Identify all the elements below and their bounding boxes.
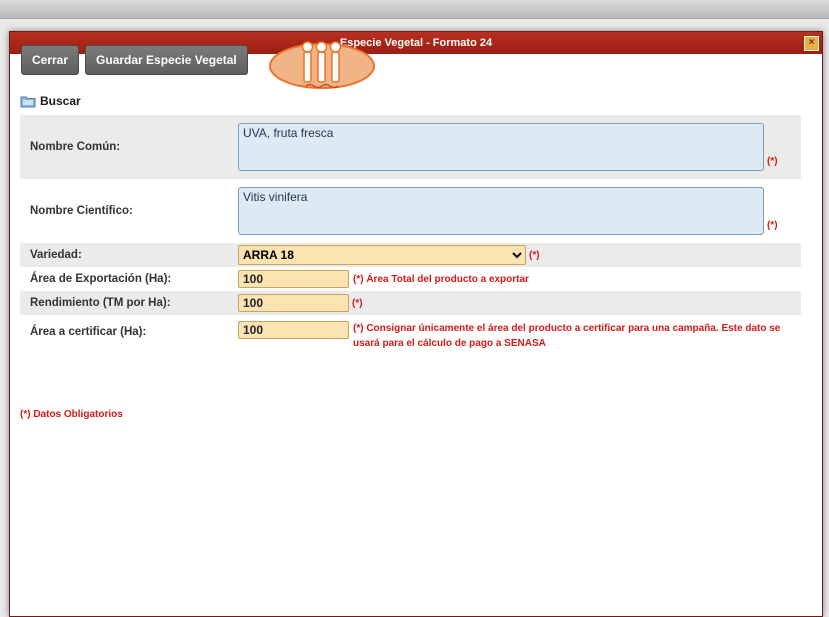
organization-logo-icon [269,41,375,89]
required-fields-footnote: (*) Datos Obligatorios [20,409,123,420]
close-button[interactable]: Cerrar [21,45,80,75]
row-area-exportacion: Área de Exportación (Ha): (*) Área Total… [20,267,801,291]
row-variedad: Variedad: ARRA 18 (*) [20,243,801,267]
close-icon[interactable]: × [804,36,819,51]
rendimiento-required: (*) [352,297,363,309]
area-exportacion-input[interactable] [238,270,349,288]
top-toolbar-strip [0,0,829,19]
rendimiento-input[interactable] [238,294,349,312]
variedad-select[interactable]: ARRA 18 [238,245,526,265]
search-folder-icon [20,96,36,108]
nombre-comun-textarea[interactable]: UVA, fruta fresca [238,123,764,171]
nombre-comun-label: Nombre Común: [30,141,121,153]
search-link[interactable]: Buscar [20,94,81,108]
row-rendimiento: Rendimiento (TM por Ha): (*) [20,291,801,315]
area-exportacion-label: Área de Exportación (Ha): [30,273,172,285]
rendimiento-label: Rendimiento (TM por Ha): [30,297,171,309]
nombre-cientifico-required: (*) [767,220,778,231]
nombre-cientifico-label: Nombre Científico: [30,205,133,217]
variedad-label: Variedad: [30,249,82,261]
area-certificar-input[interactable] [238,321,349,339]
nombre-comun-required: (*) [767,156,778,167]
button-bar: Cerrar Guardar Especie Vegetal [21,45,248,75]
area-certificar-note: (*) Consignar únicamente el área del pro… [353,323,781,349]
area-certificar-label: Área a certificar (Ha): [30,326,147,338]
species-form: Nombre Común: UVA, fruta fresca (*) Nomb… [20,115,801,357]
search-label: Buscar [40,94,81,108]
nombre-cientifico-textarea[interactable]: Vitis vinifera [238,187,764,235]
row-area-certificar: Área a certificar (Ha): (*) Consignar ún… [20,315,801,357]
area-exportacion-note: (*) Área Total del producto a exportar [353,273,529,285]
row-nombre-comun: Nombre Común: UVA, fruta fresca (*) [20,115,801,179]
row-nombre-cientifico: Nombre Científico: Vitis vinifera (*) [20,179,801,243]
variedad-required: (*) [529,249,540,261]
save-species-button[interactable]: Guardar Especie Vegetal [85,45,248,75]
